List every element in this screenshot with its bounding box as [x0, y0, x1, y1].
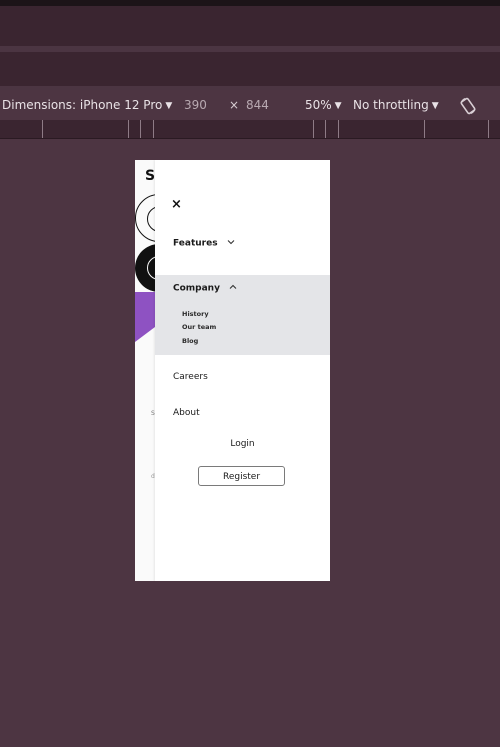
login-link[interactable]: Login [155, 439, 330, 449]
ruler-tick [153, 120, 154, 138]
chevron-down-icon [227, 238, 235, 248]
nav-item-features[interactable]: Features [173, 238, 235, 249]
ruler-tick [140, 120, 141, 138]
register-button[interactable]: Register [198, 466, 285, 486]
dimension-times-sign: × [229, 98, 240, 112]
nav-item-label: Features [173, 238, 218, 249]
nav-item-careers[interactable]: Careers [173, 372, 208, 382]
submenu-item-our-team[interactable]: Our team [182, 323, 216, 331]
height-input[interactable]: 844 [246, 90, 269, 120]
zoom-value: 50% [305, 98, 332, 112]
ruler-divider [0, 138, 500, 139]
device-select-label: Dimensions: iPhone 12 Pro [2, 98, 163, 112]
device-select[interactable]: Dimensions: iPhone 12 Pro ▼ [2, 90, 172, 120]
device-caret-icon: ▼ [165, 101, 173, 111]
media-query-ruler[interactable] [0, 120, 500, 138]
ruler-tick [338, 120, 339, 138]
nav-item-label: Company [173, 283, 220, 294]
ruler-tick [42, 120, 43, 138]
chevron-up-icon [229, 283, 237, 293]
zoom-caret-icon: ▼ [334, 101, 342, 111]
ruler-tick [424, 120, 425, 138]
throttling-value: No throttling [353, 98, 429, 112]
width-input[interactable]: 390 [184, 90, 207, 120]
ruler-tick [488, 120, 489, 138]
rotate-device-icon[interactable] [458, 96, 478, 116]
throttling-select[interactable]: No throttling ▼ [353, 90, 439, 120]
ruler-tick [128, 120, 129, 138]
device-toolbar: Dimensions: iPhone 12 Pro ▼ 390 × 844 50%… [0, 90, 500, 120]
mobile-nav-menu: × Features Company History Our team Blog… [155, 160, 330, 581]
nav-item-company[interactable]: Company [173, 283, 237, 294]
browser-subtoolbar-band [0, 52, 500, 86]
browser-toolbar-band [0, 6, 500, 46]
submenu-item-history[interactable]: History [182, 310, 209, 318]
throttling-caret-icon: ▼ [431, 101, 439, 111]
ruler-tick [325, 120, 326, 138]
site-logo[interactable]: S [145, 168, 155, 184]
submenu-item-blog[interactable]: Blog [182, 337, 198, 345]
nav-item-about[interactable]: About [173, 408, 200, 418]
device-viewport: S S d × Features Company History Our tea… [135, 160, 330, 581]
zoom-select[interactable]: 50% ▼ [305, 90, 342, 120]
close-menu-button[interactable]: × [171, 198, 182, 211]
ruler-tick [313, 120, 314, 138]
